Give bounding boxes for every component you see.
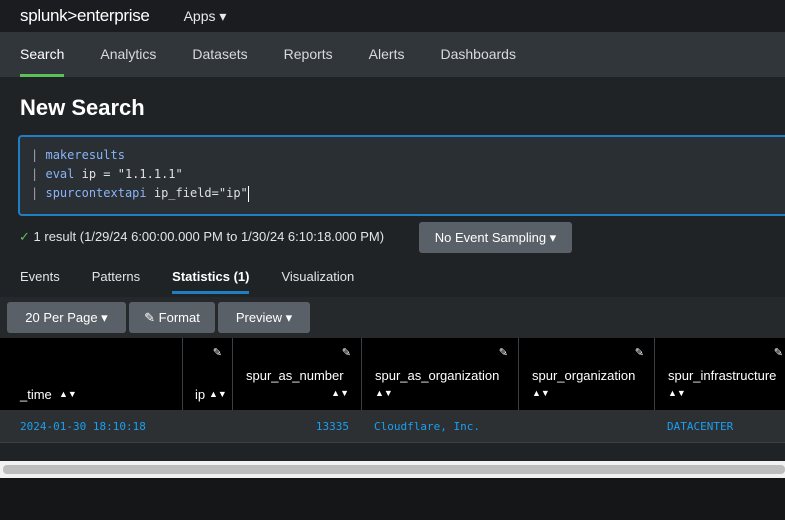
apps-menu[interactable]: Apps ▾ — [184, 8, 227, 25]
horizontal-scrollbar-track — [0, 461, 785, 478]
search-input[interactable]: | makeresults | eval ip = "1.1.1.1" | sp… — [18, 135, 785, 216]
column-label: spur_infrastructure — [668, 368, 777, 383]
sort-icon[interactable]: ▲▼ — [59, 389, 77, 399]
preview-dropdown[interactable]: Preview ▾ — [218, 302, 310, 333]
cell-spur-infrastructure[interactable]: DATACENTER — [667, 420, 733, 433]
sort-icon[interactable]: ▲▼ — [209, 389, 227, 399]
column-header-spur-as-number[interactable]: ✎ spur_as_number ▲▼ — [233, 338, 362, 410]
column-header-spur-infrastructure[interactable]: ✎ spur_infrastructure ▲▼ — [655, 338, 785, 410]
column-header-spur-organization[interactable]: ✎ spur_organization ▲▼ — [519, 338, 655, 410]
splunk-logo[interactable]: splunk>enterprise — [20, 6, 150, 26]
edit-icon[interactable]: ✎ — [213, 346, 222, 359]
result-count-text: 1 result (1/29/24 6:00:00.000 PM to 1/30… — [33, 229, 385, 244]
column-label: spur_as_organization — [375, 368, 500, 383]
nav-tab-analytics[interactable]: Analytics — [80, 32, 172, 77]
pipe: | — [31, 167, 39, 181]
cell-spur-as-number[interactable]: 13335 — [316, 420, 349, 433]
format-button[interactable]: ✎ Format — [129, 302, 215, 333]
command: spurcontextapi — [45, 186, 147, 200]
results-toolbar: 20 Per Page ▾ ✎ Format Preview ▾ — [0, 297, 785, 338]
edit-icon[interactable]: ✎ — [635, 346, 644, 359]
horizontal-scrollbar[interactable] — [3, 465, 785, 474]
text-cursor — [247, 185, 249, 202]
column-header-ip[interactable]: ✎ ip ▲▼ — [183, 338, 233, 410]
nav-tab-alerts[interactable]: Alerts — [349, 32, 421, 77]
args: ip_field="ip" — [146, 186, 248, 200]
tab-statistics[interactable]: Statistics (1) — [172, 265, 250, 294]
table-header: _time ▲▼ ✎ ip ▲▼ ✎ spur_as_number ▲▼ ✎ spur_as… — [0, 338, 785, 410]
search-line: | spurcontextapi ip_field="ip" — [31, 184, 785, 203]
column-label: spur_organization — [532, 368, 636, 383]
per-page-dropdown[interactable]: 20 Per Page ▾ — [7, 302, 126, 333]
cell-time[interactable]: 2024-01-30 18:10:18 — [20, 420, 146, 433]
cell-spur-as-organization[interactable]: Cloudflare, Inc. — [374, 420, 480, 433]
column-header-time[interactable]: _time ▲▼ — [0, 338, 183, 410]
command: eval — [45, 167, 75, 181]
check-icon: ✓ — [19, 229, 30, 244]
pipe: | — [31, 148, 39, 162]
table-row: 2024-01-30 18:10:18 13335 Cloudflare, In… — [0, 410, 785, 443]
nav-tab-dashboards[interactable]: Dashboards — [420, 32, 532, 77]
column-label: spur_as_number — [246, 368, 344, 383]
top-bar: splunk>enterprise Apps ▾ — [0, 0, 785, 32]
edit-icon[interactable]: ✎ — [499, 346, 508, 359]
edit-icon[interactable]: ✎ — [342, 346, 351, 359]
column-label: ip — [195, 387, 206, 402]
column-label: _time — [20, 387, 52, 402]
footer-area — [0, 478, 785, 520]
command: makeresults — [45, 148, 125, 162]
column-header-spur-as-organization[interactable]: ✎ spur_as_organization ▲▼ — [362, 338, 519, 410]
result-status: ✓ 1 result (1/29/24 6:00:00.000 PM to 1/… — [19, 229, 384, 245]
sort-icon[interactable]: ▲▼ — [532, 388, 550, 398]
page-title: New Search — [20, 95, 145, 120]
tab-patterns[interactable]: Patterns — [92, 265, 140, 293]
pipe: | — [31, 186, 39, 200]
app-nav: Search Analytics Datasets Reports Alerts… — [0, 32, 785, 77]
edit-icon[interactable]: ✎ — [774, 346, 783, 359]
result-tabs: Events Patterns Statistics (1) Visualiza… — [0, 265, 366, 294]
sort-icon[interactable]: ▲▼ — [668, 388, 686, 398]
tab-visualization[interactable]: Visualization — [281, 265, 354, 293]
tab-events[interactable]: Events — [20, 265, 60, 293]
search-line: | makeresults — [31, 146, 785, 165]
nav-tab-search[interactable]: Search — [0, 32, 80, 77]
search-line: | eval ip = "1.1.1.1" — [31, 165, 785, 184]
args: ip = "1.1.1.1" — [74, 167, 183, 181]
nav-tab-datasets[interactable]: Datasets — [172, 32, 263, 77]
sort-icon[interactable]: ▲▼ — [375, 388, 393, 398]
nav-tab-reports[interactable]: Reports — [264, 32, 349, 77]
event-sampling-dropdown[interactable]: No Event Sampling ▾ — [419, 222, 572, 253]
sort-icon[interactable]: ▲▼ — [331, 388, 349, 398]
